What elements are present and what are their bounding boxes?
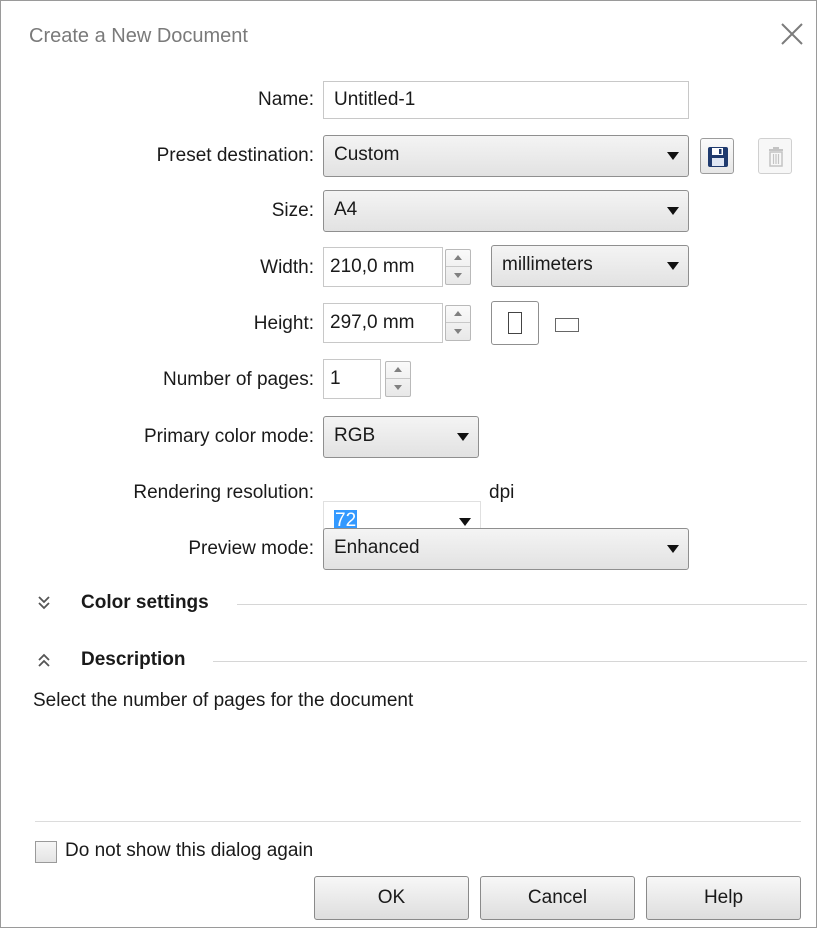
preview-mode-select[interactable]: Enhanced bbox=[323, 528, 689, 570]
help-button[interactable]: Help bbox=[646, 876, 801, 920]
do-not-show-label[interactable]: Do not show this dialog again bbox=[65, 840, 313, 862]
preset-destination-select[interactable]: Custom bbox=[323, 135, 689, 177]
ok-button[interactable]: OK bbox=[314, 876, 469, 920]
chevron-down-icon bbox=[667, 545, 679, 553]
section-divider bbox=[237, 604, 807, 605]
stepper-up-icon[interactable] bbox=[446, 306, 470, 323]
number-of-pages-input[interactable]: 1 bbox=[323, 359, 381, 399]
delete-preset-button[interactable] bbox=[758, 138, 792, 174]
preset-destination-value: Custom bbox=[334, 144, 400, 165]
size-value: A4 bbox=[334, 199, 358, 220]
chevron-down-icon[interactable] bbox=[459, 518, 471, 526]
stepper-down-icon[interactable] bbox=[446, 267, 470, 284]
stepper-up-icon[interactable] bbox=[446, 250, 470, 267]
section-divider bbox=[213, 661, 807, 662]
landscape-page-icon bbox=[555, 318, 579, 332]
preview-mode-label: Preview mode: bbox=[188, 538, 314, 559]
close-icon[interactable] bbox=[777, 19, 807, 49]
pages-stepper[interactable] bbox=[385, 361, 411, 397]
preview-mode-value: Enhanced bbox=[334, 537, 420, 558]
size-label: Size: bbox=[271, 200, 314, 221]
chevron-down-icon bbox=[667, 152, 679, 160]
units-select[interactable]: millimeters bbox=[491, 245, 689, 287]
dialog-title: Create a New Document bbox=[29, 25, 248, 47]
color-mode-select[interactable]: RGB bbox=[323, 416, 479, 458]
chevron-down-icon bbox=[667, 262, 679, 270]
height-label: Height: bbox=[253, 313, 314, 334]
do-not-show-checkbox[interactable] bbox=[35, 841, 57, 863]
color-mode-value: RGB bbox=[334, 425, 376, 446]
height-input[interactable]: 297,0 mm bbox=[323, 303, 443, 343]
footer-divider bbox=[35, 821, 801, 822]
dpi-unit-label: dpi bbox=[489, 482, 515, 503]
stepper-down-icon[interactable] bbox=[446, 323, 470, 340]
units-value: millimeters bbox=[502, 254, 593, 275]
cancel-button[interactable]: Cancel bbox=[480, 876, 635, 920]
chevron-down-icon bbox=[457, 433, 469, 441]
description-text: Select the number of pages for the docum… bbox=[33, 690, 414, 711]
color-mode-label: Primary color mode: bbox=[144, 426, 314, 447]
expand-chevron-icon bbox=[38, 596, 50, 610]
stepper-down-icon[interactable] bbox=[386, 379, 410, 396]
description-label: Description bbox=[81, 649, 186, 670]
new-document-dialog: Create a New Document Name: Untitled-1 P… bbox=[0, 0, 817, 928]
portrait-button[interactable] bbox=[491, 301, 539, 345]
width-input[interactable]: 210,0 mm bbox=[323, 247, 443, 287]
chevron-down-icon bbox=[667, 207, 679, 215]
rendering-resolution-label: Rendering resolution: bbox=[133, 482, 314, 503]
title-bar: Create a New Document bbox=[1, 1, 816, 71]
preset-destination-label: Preset destination: bbox=[156, 145, 314, 166]
color-settings-section[interactable]: Color settings bbox=[37, 589, 807, 619]
stepper-up-icon[interactable] bbox=[386, 362, 410, 379]
collapse-chevron-icon bbox=[38, 653, 50, 667]
save-preset-button[interactable] bbox=[700, 138, 734, 174]
width-stepper[interactable] bbox=[445, 249, 471, 285]
name-label: Name: bbox=[258, 89, 314, 110]
size-select[interactable]: A4 bbox=[323, 190, 689, 232]
landscape-button[interactable] bbox=[552, 311, 586, 337]
portrait-page-icon bbox=[508, 312, 522, 334]
name-input[interactable]: Untitled-1 bbox=[323, 81, 689, 119]
description-section[interactable]: Description bbox=[37, 646, 807, 676]
height-stepper[interactable] bbox=[445, 305, 471, 341]
width-label: Width: bbox=[260, 257, 314, 278]
save-icon bbox=[708, 147, 728, 167]
trash-icon bbox=[769, 147, 783, 167]
color-settings-label: Color settings bbox=[81, 592, 209, 613]
number-of-pages-label: Number of pages: bbox=[162, 369, 314, 390]
